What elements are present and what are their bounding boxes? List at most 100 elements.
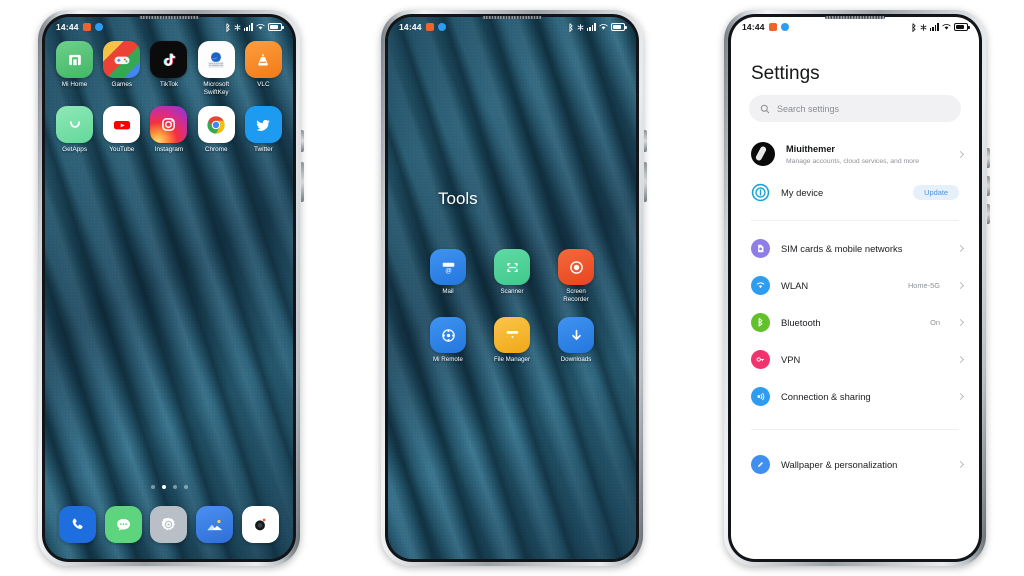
- notification-badge-blue: [780, 23, 789, 31]
- app-screen-recorder[interactable]: Screen Recorder: [544, 249, 608, 303]
- notification-badge-blue: [94, 23, 103, 31]
- getapps-icon: [56, 106, 94, 144]
- instagram-icon: [150, 106, 188, 144]
- camera-icon[interactable]: [241, 506, 279, 543]
- app-chrome[interactable]: Chrome: [193, 106, 240, 154]
- tiktok-icon: [150, 41, 188, 78]
- twitter-icon: [244, 106, 282, 144]
- earpiece-speaker: [139, 16, 199, 19]
- vlc-icon: [244, 41, 282, 78]
- page-dot[interactable]: [172, 485, 177, 489]
- settings-list[interactable]: Settings Search settings Miuithemer Mana…: [731, 37, 979, 559]
- app-label: Mi Remote: [433, 356, 463, 364]
- settings-gear-icon[interactable]: [150, 506, 188, 543]
- app-label: Downloads: [560, 356, 592, 364]
- app-mail[interactable]: @ Mail: [416, 249, 480, 303]
- my-device-row[interactable]: My device Update: [731, 174, 979, 211]
- account-name: Miuithemer: [786, 143, 836, 154]
- phone-device-folder: 14:44 Tools @ Mail Scanner Screen Record…: [381, 10, 647, 566]
- app-mi-home[interactable]: Mi Home: [51, 41, 98, 96]
- vpn-key-icon: [751, 350, 770, 369]
- mi-remote-icon: [430, 317, 466, 354]
- settings-row-connection-sharing[interactable]: Connection & sharing: [731, 378, 979, 415]
- search-input[interactable]: Search settings: [749, 95, 961, 122]
- dock: [45, 506, 293, 543]
- mail-icon: @: [430, 249, 466, 285]
- connection-sharing-icon: [751, 387, 770, 406]
- page-dot[interactable]: [150, 485, 155, 489]
- app-instagram[interactable]: Instagram: [145, 106, 192, 154]
- svg-text:@: @: [445, 267, 452, 274]
- page-indicator[interactable]: [45, 485, 293, 489]
- phone-icon[interactable]: [59, 506, 97, 543]
- app-label: Screen Recorder: [563, 288, 589, 303]
- app-label: Microsoft SwiftKey: [203, 81, 230, 96]
- settings-row-value: On: [930, 318, 940, 327]
- account-subtitle: Manage accounts, cloud services, and mor…: [786, 157, 919, 165]
- app-file-manager[interactable]: File Manager: [480, 317, 544, 364]
- account-row[interactable]: Miuithemer Manage accounts, cloud servic…: [731, 136, 979, 174]
- alarm-icon: [920, 23, 927, 31]
- settings-row-bluetooth[interactable]: Bluetooth On: [731, 304, 979, 341]
- wallpaper-personalization-icon: [751, 455, 770, 474]
- divider: [751, 429, 959, 430]
- wifi-icon: [256, 23, 265, 31]
- wifi-icon: [942, 23, 951, 31]
- youtube-icon: [103, 106, 141, 144]
- settings-row-vpn[interactable]: VPN: [731, 341, 979, 378]
- gallery-icon[interactable]: [196, 506, 234, 543]
- battery-icon: [611, 23, 627, 31]
- chevron-right-icon: [956, 460, 965, 469]
- chevron-right-icon: [956, 150, 965, 158]
- earpiece-speaker: [825, 16, 885, 19]
- app-youtube[interactable]: YouTube: [98, 106, 145, 154]
- app-scanner[interactable]: Scanner: [480, 249, 544, 303]
- app-getapps[interactable]: GetApps: [51, 106, 98, 154]
- device-info-icon: [751, 183, 770, 202]
- folder-app-grid: @ Mail Scanner Screen Recorder Mi Remote…: [416, 249, 608, 364]
- update-badge[interactable]: Update: [913, 185, 959, 200]
- settings-row-label: SIM cards & mobile networks: [781, 243, 903, 254]
- settings-row-label: Bluetooth: [781, 317, 821, 328]
- app-games[interactable]: Games: [98, 41, 145, 96]
- search-icon: [760, 104, 770, 114]
- page-dot-active[interactable]: [161, 485, 166, 489]
- bluetooth-icon: [568, 22, 574, 32]
- chevron-right-icon: [956, 244, 965, 253]
- screen-home: 14:44 Mi Home Games TikTok Microsoft Swi…: [45, 17, 293, 559]
- notification-badge-orange: [82, 23, 91, 31]
- phone-device-settings: 14:44 Settings Search settings Miuitheme…: [724, 10, 990, 566]
- screen-settings: 14:44 Settings Search settings Miuitheme…: [731, 17, 979, 559]
- app-tiktok[interactable]: TikTok: [145, 41, 192, 96]
- app-label: VLC: [257, 81, 270, 88]
- screen-recorder-icon: [558, 249, 594, 285]
- downloads-icon: [558, 317, 594, 354]
- app-label: TikTok: [159, 81, 179, 88]
- status-bar: 14:44: [388, 17, 636, 37]
- mi-home-icon: [56, 41, 94, 78]
- app-label: Instagram: [154, 146, 184, 154]
- games-icon: [103, 41, 141, 78]
- app-mi-remote[interactable]: Mi Remote: [416, 317, 480, 364]
- battery-icon: [268, 23, 284, 31]
- app-grid-row-2: GetApps YouTube Instagram Chrome Twitter: [45, 96, 293, 154]
- page-dot[interactable]: [183, 485, 188, 489]
- notification-badge-orange: [768, 23, 777, 31]
- settings-row-label: WLAN: [781, 280, 809, 291]
- app-vlc[interactable]: VLC: [240, 41, 287, 96]
- wifi-icon: [599, 23, 608, 31]
- settings-row-label: Connection & sharing: [781, 391, 871, 402]
- page-title: Settings: [751, 63, 820, 84]
- signal-icon: [929, 23, 939, 31]
- settings-row-wallpaper-personalization[interactable]: Wallpaper & personalization: [731, 446, 979, 483]
- status-bar: 14:44: [731, 17, 979, 37]
- folder-title: Tools: [438, 189, 478, 208]
- settings-row-label: Wallpaper & personalization: [781, 459, 898, 470]
- settings-row-wlan[interactable]: WLAN Home-5G: [731, 267, 979, 304]
- app-twitter[interactable]: Twitter: [240, 106, 287, 154]
- app-microsoft-swiftkey[interactable]: Microsoft SwiftKey: [193, 41, 240, 96]
- app-downloads[interactable]: Downloads: [544, 317, 608, 364]
- messages-icon[interactable]: [104, 506, 142, 543]
- bluetooth-icon: [911, 22, 917, 32]
- settings-row-sim-cards[interactable]: SIM cards & mobile networks: [731, 230, 979, 267]
